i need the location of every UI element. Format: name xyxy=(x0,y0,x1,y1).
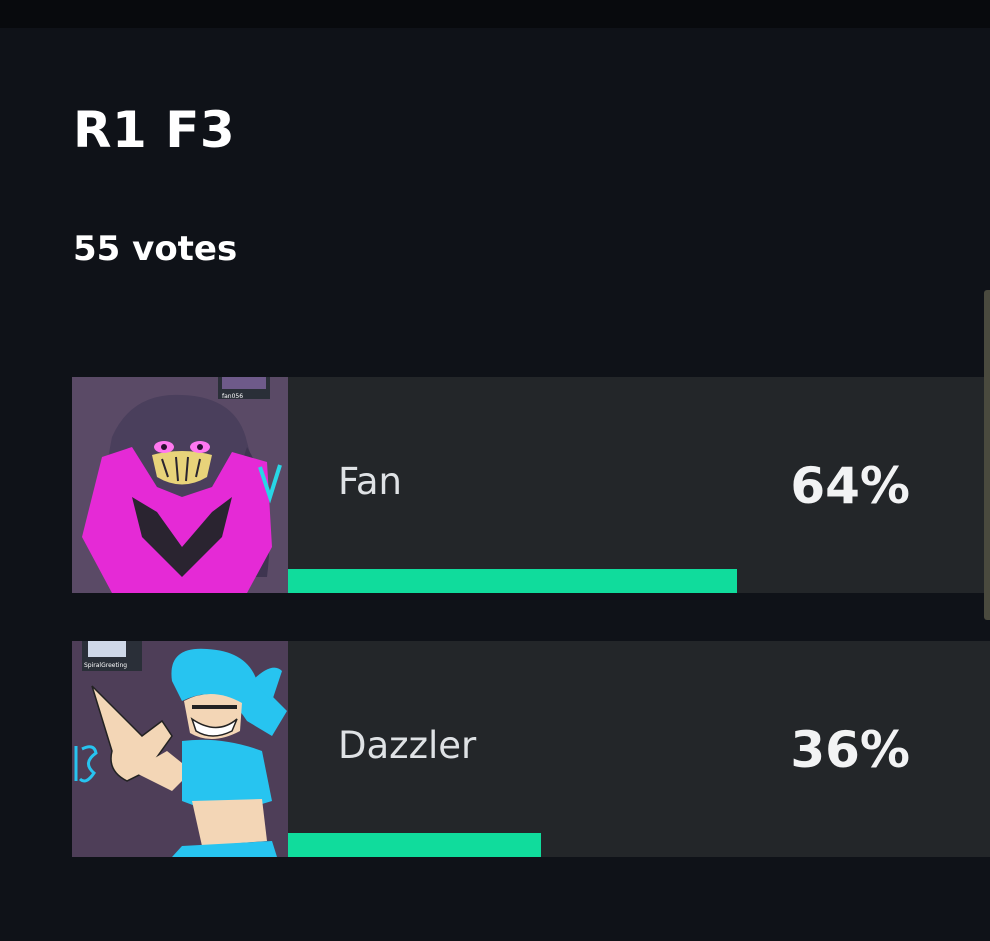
fan-option-body: Fan 64% xyxy=(288,377,990,593)
poll-title: R1 F3 xyxy=(73,101,236,159)
vote-count: 55 votes xyxy=(73,229,238,269)
dazzler-option-body: Dazzler 36% xyxy=(288,641,990,857)
fan-character-image: fan056 xyxy=(72,377,288,593)
fan-thumbnail: fan056 xyxy=(72,377,288,593)
dazzler-result-bar-track xyxy=(288,833,990,857)
fan-credit-label: fan056 xyxy=(222,393,243,400)
fan-result-bar-track xyxy=(288,569,990,593)
option-percent-dazzler: 36% xyxy=(790,721,910,779)
option-label-dazzler: Dazzler xyxy=(338,724,477,767)
dazzler-thumbnail: SpiralGreeting xyxy=(72,641,288,857)
dazzler-credit-label: SpiralGreeting xyxy=(84,662,127,669)
top-strip xyxy=(0,0,990,28)
poll-option-dazzler[interactable]: SpiralGreeting Dazzler 36% xyxy=(72,641,990,857)
dazzler-character-image: SpiralGreeting xyxy=(72,641,288,857)
dazzler-result-bar xyxy=(288,833,541,857)
option-percent-fan: 64% xyxy=(790,457,910,515)
option-label-fan: Fan xyxy=(338,460,403,503)
fan-result-bar xyxy=(288,569,737,593)
poll-option-fan[interactable]: fan056 Fan 64% xyxy=(72,377,990,593)
adjacent-card-edge xyxy=(984,290,990,620)
